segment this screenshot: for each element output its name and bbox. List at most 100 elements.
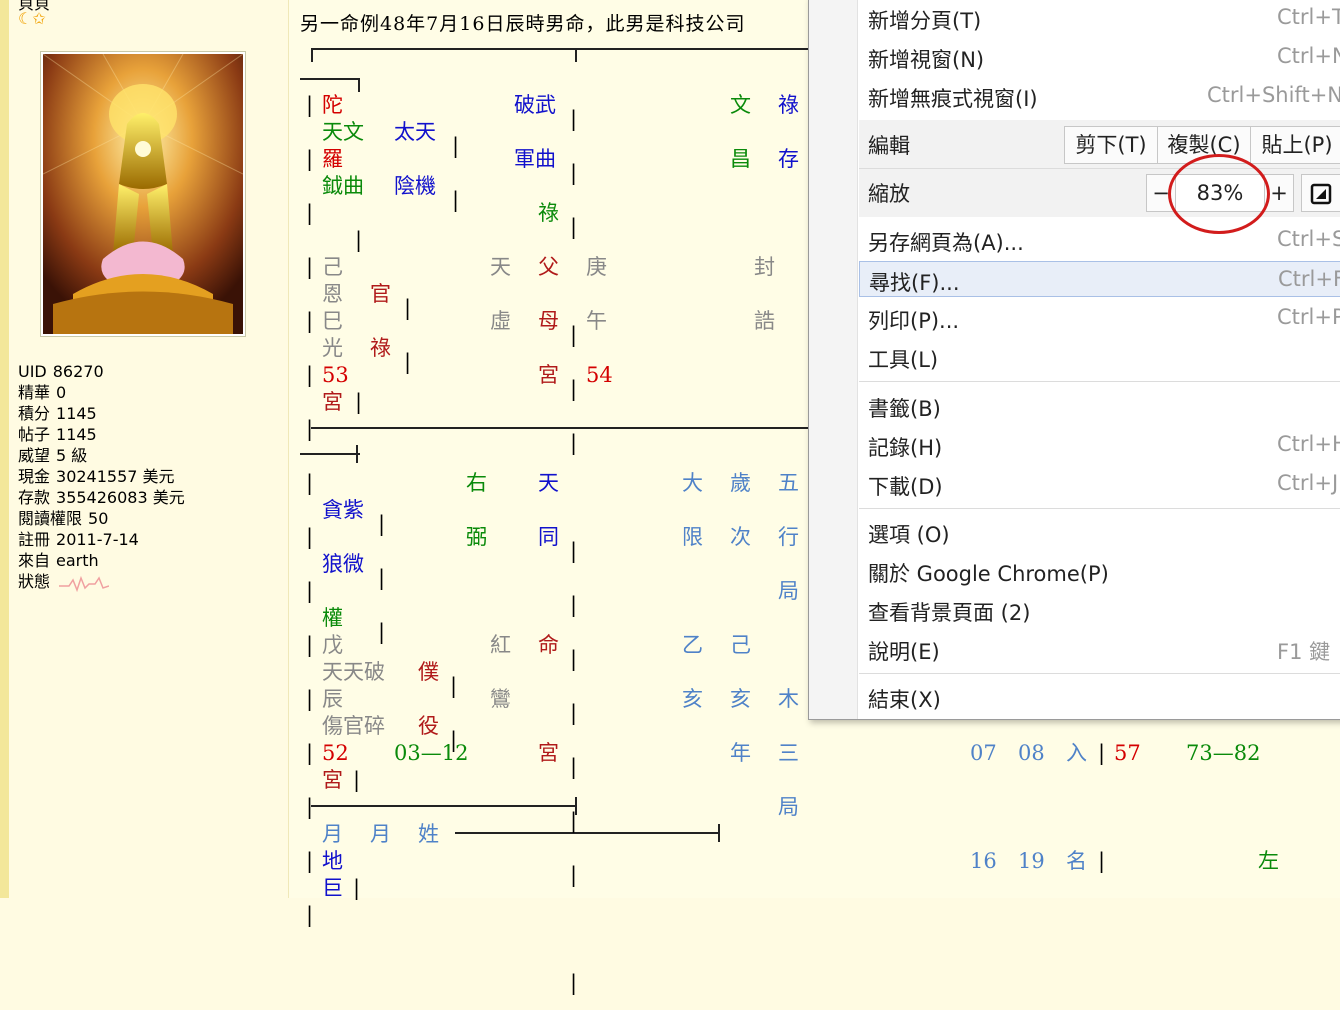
chart-col-inner-bars-1: | | — [452, 134, 460, 212]
chart-cell: 太天 — [394, 120, 436, 144]
chart-cell: 巳 — [322, 309, 343, 333]
chart-col-right-bar-2: | — [1098, 849, 1106, 873]
chart-cell: 左 — [1258, 849, 1279, 873]
chart-cell: 52 — [322, 741, 349, 765]
chart-cell: 祿 — [778, 93, 799, 117]
chart-cell: 役 — [418, 714, 439, 738]
chart-cell: 宮 — [538, 741, 559, 765]
chart-cell: 光 — [322, 336, 343, 360]
menu-separator — [859, 508, 1340, 509]
chart-cell: 歲 — [730, 471, 751, 495]
stat-prestige: 威望 5 級 — [18, 446, 88, 465]
chart-col-inner-bars-5: | | | — [378, 512, 386, 644]
chart-cell: 弼 — [466, 525, 487, 549]
moon-icon: ☾ — [18, 9, 33, 28]
chart-cell: 局 — [778, 795, 799, 819]
chart-col-right-bar-1: | — [1098, 741, 1106, 765]
menu-item-save-as[interactable]: 另存網頁為(A)... Ctrl+S — [859, 222, 1340, 258]
menu-item-help[interactable]: 說明(E) F1 鍵 — [859, 631, 1340, 667]
chart-cell: 同 — [538, 525, 559, 549]
chart-cell: 宮 — [538, 363, 559, 387]
chart-cell: 權 — [322, 606, 343, 630]
fullscreen-button[interactable] — [1301, 174, 1340, 212]
chart-cell: 03—12 — [394, 741, 469, 765]
chart-col-inner-bars-2: | | — [404, 296, 412, 374]
chart-cell: 誥 — [754, 309, 775, 333]
chart-cell: 己 — [730, 633, 751, 657]
stat-deposit: 存款 355426083 美元 — [18, 488, 185, 507]
chart-line-mid — [311, 427, 808, 429]
menu-item-history[interactable]: 記錄(H) Ctrl+H — [859, 427, 1340, 463]
menu-gutter — [809, 0, 858, 719]
chart-cell: 地 — [322, 849, 343, 873]
chart-cell: 軍曲 — [514, 147, 556, 171]
chart-cell: 三 — [778, 741, 799, 765]
chart-cell: 大 — [682, 471, 703, 495]
chart-col-inner-bar-3: | — [355, 390, 363, 414]
chart-line-bottom2 — [455, 832, 720, 834]
chart-cell: 年 — [730, 741, 751, 765]
post-intro-text: 另一命例48年7月16日辰時男命，此男是科技公司 — [300, 13, 746, 35]
chart-cell: 紅 — [490, 633, 511, 657]
menu-item-exit[interactable]: 結束(X) — [859, 679, 1340, 715]
menu-item-new-tab[interactable]: 新增分頁(T) Ctrl+T — [859, 0, 1340, 36]
chart-cell: 月 — [370, 822, 391, 846]
chart-cell: 乙 — [682, 633, 703, 657]
chart-cell: 文 — [730, 93, 751, 117]
chart-cell: 73—82 — [1186, 741, 1261, 765]
chart-cell: 五 — [778, 471, 799, 495]
chart-cell: 戊 — [322, 633, 343, 657]
avatar[interactable] — [40, 51, 246, 337]
chart-cell: 命 — [538, 633, 559, 657]
chart-line-v0b — [575, 48, 577, 62]
chart-cell: 54 — [586, 363, 613, 387]
chart-line-bottom2-v — [718, 824, 720, 842]
chart-cell: 祿 — [370, 336, 391, 360]
stat-cash: 現金 30241557 美元 — [18, 467, 175, 486]
chart-cell: 入 — [1066, 741, 1087, 765]
menu-item-options[interactable]: 選項 (O) — [859, 514, 1340, 550]
chart-line-tab2-v — [356, 445, 358, 463]
chart-line-top — [311, 48, 808, 50]
star-icon: ✩ — [32, 9, 46, 28]
chart-cell: 羅 — [322, 147, 343, 171]
cut-button[interactable]: 剪下(T) — [1064, 126, 1158, 164]
menu-separator — [859, 381, 1340, 382]
menu-item-tools[interactable]: 工具(L) — [859, 339, 1340, 375]
chart-cell: 天文 — [322, 120, 364, 144]
chart-cell: 庚 — [586, 255, 607, 279]
chart-cell: 亥 — [730, 687, 751, 711]
chart-cell: 木 — [778, 687, 799, 711]
menu-item-downloads[interactable]: 下載(D) Ctrl+J — [859, 466, 1340, 502]
menu-item-print[interactable]: 列印(P)... Ctrl+P — [859, 300, 1340, 336]
chart-cell: 次 — [730, 525, 751, 549]
chart-cell: 限 — [682, 525, 703, 549]
chart-cell: 亥 — [682, 687, 703, 711]
stat-digest: 精華 0 — [18, 383, 67, 402]
chart-cell: 午 — [586, 309, 607, 333]
fullscreen-icon — [1310, 183, 1332, 205]
paste-button[interactable]: 貼上(P) — [1250, 126, 1340, 164]
chart-cell: 名 — [1066, 849, 1087, 873]
menu-item-background-pages[interactable]: 查看背景頁面 (2) — [859, 592, 1340, 628]
menu-item-about-chrome[interactable]: 關於 Google Chrome(P) — [859, 553, 1340, 589]
chart-cell: 天 — [538, 471, 559, 495]
chart-cell: 右 — [466, 471, 487, 495]
menu-item-find[interactable]: 尋找(F)... Ctrl+F — [859, 261, 1340, 297]
chart-col-left-bars: | | | | | | | | | | | | | | | | — [306, 93, 314, 927]
chart-line-tab — [300, 78, 360, 80]
stat-registered: 註冊 2011-7-14 — [18, 530, 139, 549]
stat-posts: 帖子 1145 — [18, 425, 97, 444]
avatar-image — [43, 54, 243, 334]
chart-cell: 存 — [778, 147, 799, 171]
chart-cell: 16 — [970, 849, 997, 873]
medal-icons: ☾✩ — [18, 9, 46, 28]
chart-cell: 陰機 — [394, 174, 436, 198]
chart-col-mid-bars: | | | | | | | | | | | | | | — [570, 107, 578, 995]
menu-item-bookmarks[interactable]: 書籤(B) — [859, 388, 1340, 424]
menu-item-new-window[interactable]: 新增視窗(N) Ctrl+N — [859, 39, 1340, 75]
menu-item-new-incognito-window[interactable]: 新增無痕式視窗(I) Ctrl+Shift+N — [859, 78, 1340, 114]
chart-cell: 57 — [1114, 741, 1141, 765]
stat-status: 狀態 — [18, 571, 110, 592]
stat-points: 積分 1145 — [18, 404, 97, 423]
